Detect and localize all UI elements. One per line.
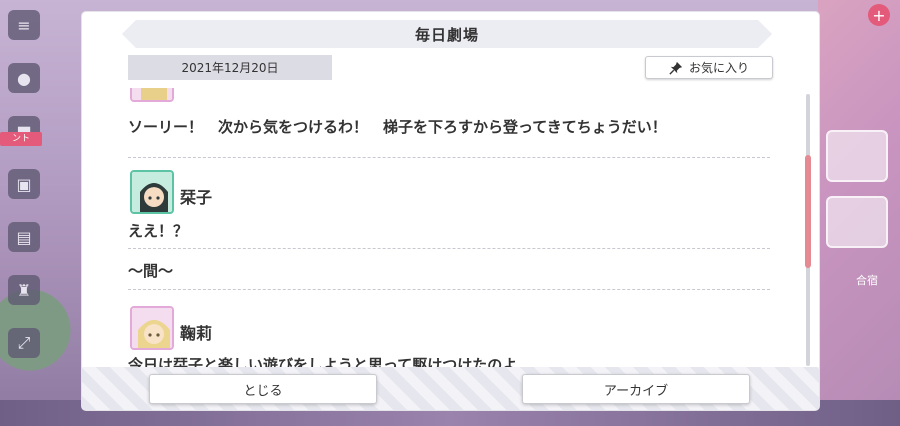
pin-icon bbox=[669, 61, 683, 75]
avatar-icon bbox=[132, 308, 172, 348]
scrollbar-thumb[interactable] bbox=[805, 155, 811, 268]
expand-icon[interactable]: ⤢ bbox=[8, 328, 40, 358]
side-badge: ント bbox=[0, 132, 42, 146]
background-label: 合宿 bbox=[856, 274, 878, 287]
close-button[interactable]: とじる bbox=[149, 374, 377, 404]
dialogue-line: 〜間〜 bbox=[128, 262, 174, 280]
speaker-name: 鞠莉 bbox=[180, 324, 213, 343]
dialogue-line: ええ！？ bbox=[128, 222, 189, 240]
avatar-icon bbox=[132, 172, 172, 212]
dialogue-scroll-area[interactable]: ソーリー！ 次から気をつけるわ！ 梯子を下ろすから登ってきてちょうだい！ 栞子 … bbox=[128, 88, 773, 370]
speaker-avatar-shioriko bbox=[130, 170, 174, 214]
chat-icon[interactable]: ● bbox=[8, 63, 40, 93]
side-menu: ≡ ● ■ ▣ ▤ ♜ ⤢ bbox=[8, 10, 42, 381]
speaker-avatar-mari bbox=[130, 306, 174, 350]
plus-icon[interactable]: + bbox=[868, 4, 890, 26]
card-icon[interactable]: ▤ bbox=[8, 222, 40, 252]
dialogue-divider bbox=[128, 248, 770, 249]
date-label: 2021年12月20日 bbox=[128, 55, 332, 80]
dialog-title: 毎日劇場 bbox=[414, 25, 479, 44]
avatar-icon bbox=[132, 88, 172, 100]
background-card bbox=[826, 130, 888, 182]
archive-button[interactable]: アーカイブ bbox=[522, 374, 750, 404]
background-card bbox=[826, 196, 888, 248]
menu-icon[interactable]: ≡ bbox=[8, 10, 40, 40]
favorite-button[interactable]: お気に入り bbox=[645, 56, 773, 79]
dialogue-line: ソーリー！ 次から気をつけるわ！ 梯子を下ろすから登ってきてちょうだい！ bbox=[128, 118, 667, 136]
dialogue-divider bbox=[128, 289, 770, 290]
speaker-name: 栞子 bbox=[180, 188, 213, 207]
archive-label: アーカイブ bbox=[603, 383, 669, 399]
daily-theater-dialog: 毎日劇場 2021年12月20日 お気に入り ソーリー！ 次から気をつけるわ！ … bbox=[82, 12, 819, 410]
speaker-avatar bbox=[130, 88, 174, 102]
dialog-title-band: 毎日劇場 bbox=[122, 20, 772, 48]
trophy-icon[interactable]: ♜ bbox=[8, 275, 40, 305]
dialogue-divider bbox=[128, 157, 770, 158]
close-label: とじる bbox=[243, 383, 283, 399]
gift-icon[interactable]: ▣ bbox=[8, 169, 40, 199]
favorite-label: お気に入り bbox=[688, 61, 749, 75]
